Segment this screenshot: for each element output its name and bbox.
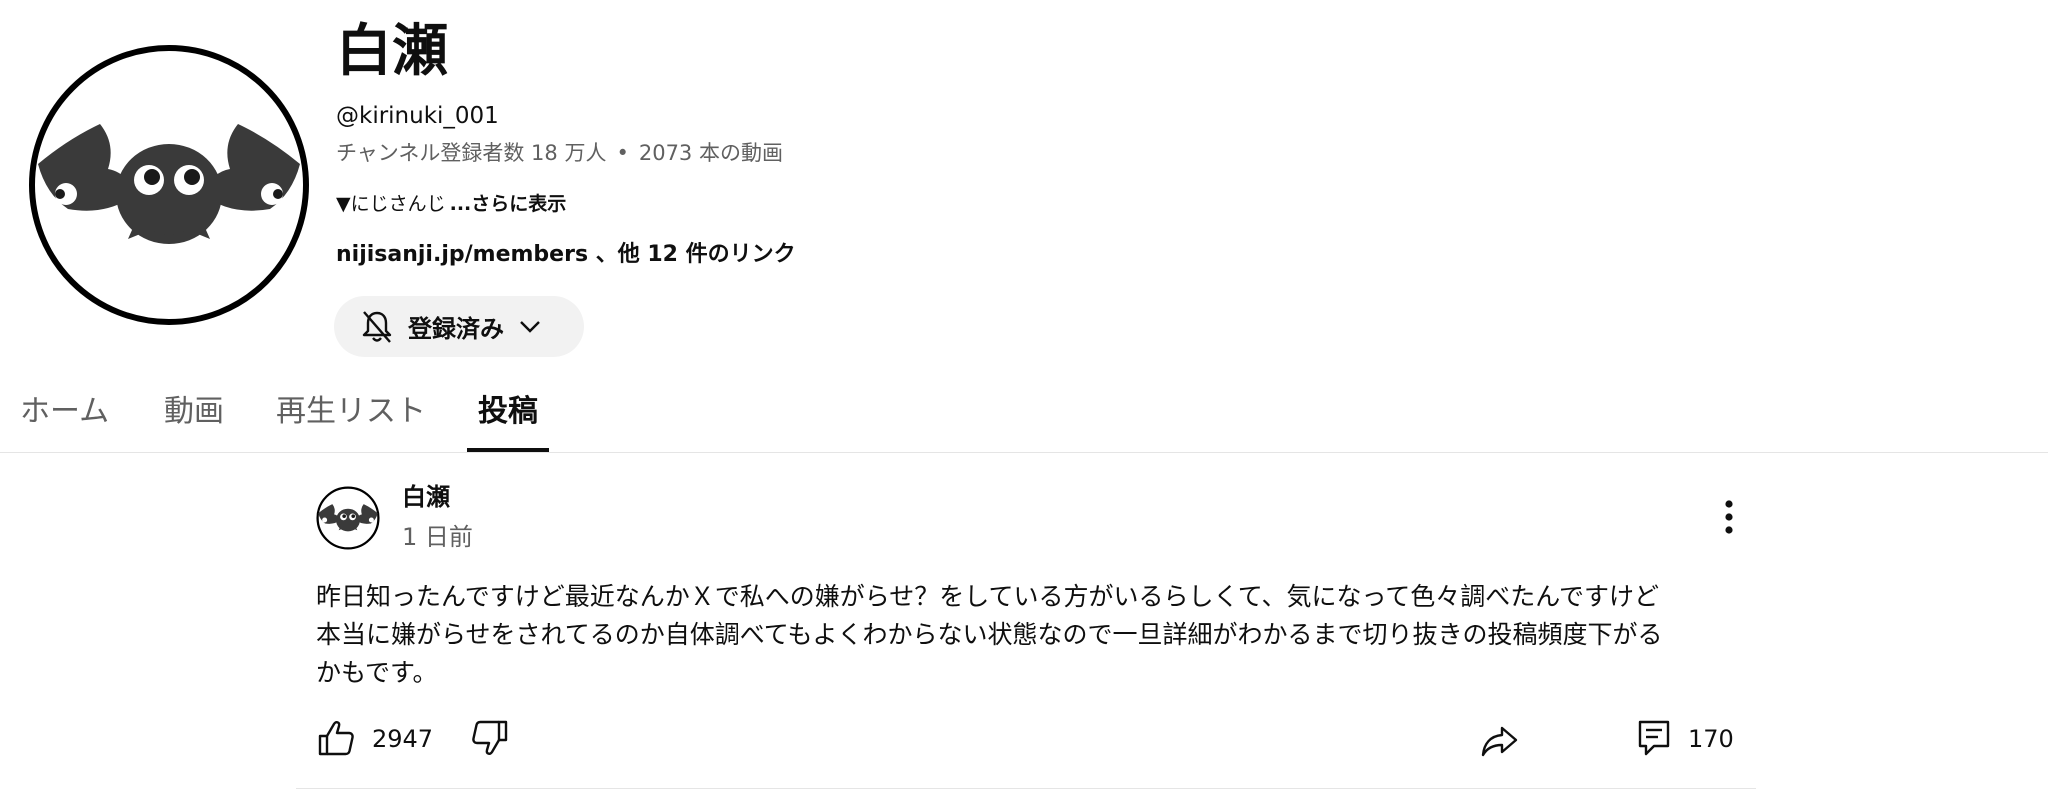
channel-avatar[interactable] bbox=[28, 44, 310, 326]
more-options-button[interactable] bbox=[1712, 496, 1746, 540]
chevron-down-icon bbox=[518, 319, 542, 335]
subscriber-count: チャンネル登録者数 18 万人 bbox=[336, 141, 607, 165]
more-vert-icon bbox=[1725, 500, 1733, 534]
subscribed-button[interactable]: 登録済み bbox=[334, 296, 584, 357]
channel-name: 白瀬 bbox=[336, 19, 448, 84]
channel-links[interactable]: nijisanji.jp/members 、他 12 件のリンク bbox=[336, 238, 796, 272]
post-body-line: 昨日知ったんですけど最近なんかＸで私への嫌がらせ？をしている方がいるらしくて、気… bbox=[316, 582, 1660, 611]
meta-separator: • bbox=[616, 141, 629, 165]
post-body-line: 本当に嫌がらせをされてるのか自体調べてもよくわからない状態なので一旦詳細がわかる… bbox=[316, 620, 1663, 649]
share-icon bbox=[1481, 726, 1518, 757]
thumbs-up-icon bbox=[318, 721, 354, 756]
tab-playlists[interactable]: 再生リスト bbox=[276, 390, 426, 452]
post-author-avatar[interactable] bbox=[316, 486, 380, 550]
tab-home[interactable]: ホーム bbox=[20, 390, 109, 452]
share-button[interactable] bbox=[1480, 720, 1520, 760]
post-body: 昨日知ったんですけど最近なんかＸで私への嫌がらせ？をしている方がいるらしくて、気… bbox=[316, 578, 1736, 692]
post-timestamp[interactable]: 1 日前 bbox=[402, 520, 473, 554]
dislike-button[interactable] bbox=[470, 718, 510, 758]
show-more-link[interactable]: ...さらに表示 bbox=[450, 193, 567, 215]
post-author-name[interactable]: 白瀬 bbox=[402, 480, 450, 514]
tabs-divider bbox=[0, 452, 2048, 453]
channel-meta: チャンネル登録者数 18 万人 • 2073 本の動画 bbox=[336, 137, 783, 169]
thumbs-down-icon bbox=[472, 720, 508, 755]
comments-button[interactable] bbox=[1634, 718, 1674, 758]
comment-count: 170 bbox=[1688, 725, 1734, 753]
bat-mascot-icon bbox=[316, 486, 380, 550]
post-divider bbox=[296, 788, 1756, 789]
like-button[interactable] bbox=[316, 718, 356, 758]
like-count: 2947 bbox=[372, 725, 434, 753]
description-text: ▼にじさんじ bbox=[336, 193, 446, 215]
post-body-line: かもです。 bbox=[316, 658, 438, 687]
bell-off-icon bbox=[360, 309, 394, 345]
video-count: 2073 本の動画 bbox=[638, 141, 783, 165]
comment-icon bbox=[1638, 720, 1670, 756]
tab-posts[interactable]: 投稿 bbox=[478, 390, 538, 452]
bat-mascot-icon bbox=[29, 45, 309, 325]
channel-description[interactable]: ▼にじさんじ ...さらに表示 bbox=[336, 189, 566, 219]
subscribed-label: 登録済み bbox=[408, 315, 504, 343]
tab-videos[interactable]: 動画 bbox=[164, 390, 224, 452]
channel-handle: @kirinuki_001 bbox=[336, 103, 499, 129]
